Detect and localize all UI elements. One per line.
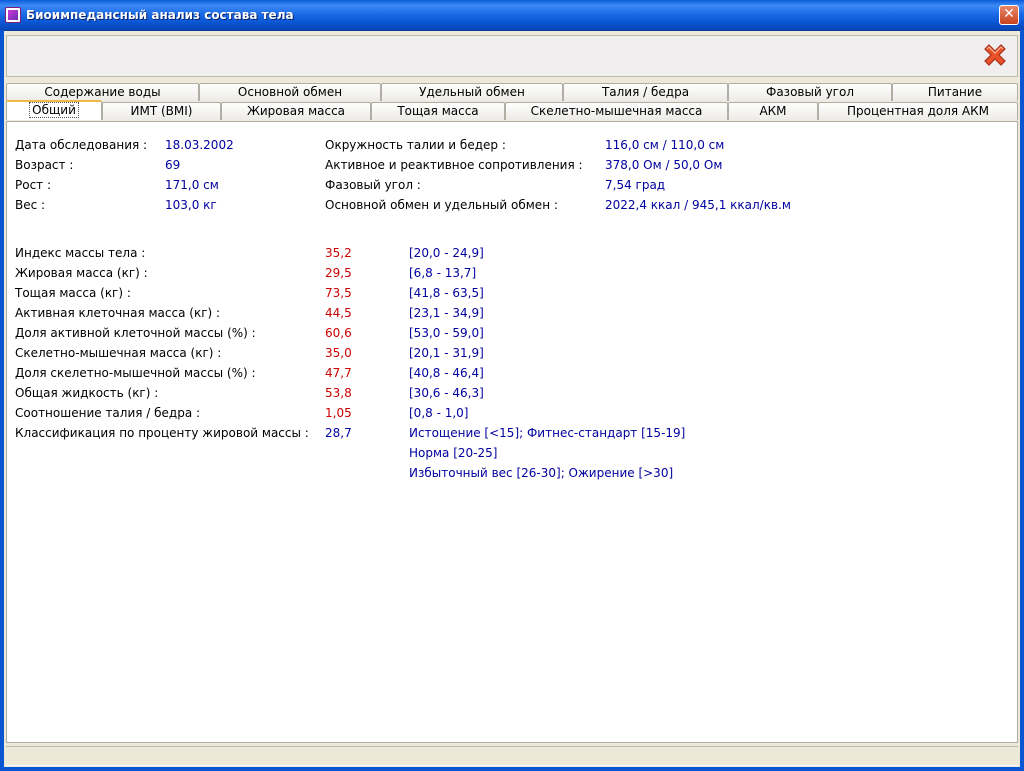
metric-label: Индекс массы тела : [15, 246, 146, 260]
metric-range: [0,8 - 1,0] [409, 406, 469, 420]
metric-value: 53,8 [325, 386, 352, 400]
resistance-label: Активное и реактивное сопротивления : [325, 158, 583, 172]
metric-label: Соотношение талия / бедра : [15, 406, 201, 420]
tab-basal-metabolism[interactable]: Основной обмен [199, 83, 381, 101]
height-label: Рост : [15, 178, 52, 192]
height-value: 171,0 см [165, 178, 219, 192]
tab-fat-mass[interactable]: Жировая масса [221, 102, 371, 120]
metric-value: 44,5 [325, 306, 352, 320]
weight-value: 103,0 кг [165, 198, 217, 212]
age-label: Возраст : [15, 158, 74, 172]
metric-label: Общая жидкость (кг) : [15, 386, 159, 400]
waist-hip-label: Окружность талии и бедер : [325, 138, 506, 152]
weight-label: Вес : [15, 198, 46, 212]
toolbar [6, 35, 1018, 77]
tab-acm[interactable]: АКМ [728, 102, 818, 120]
window-close-button[interactable]: ✕ [999, 5, 1019, 25]
tab-lean-mass[interactable]: Тощая масса [371, 102, 505, 120]
exam-date-label: Дата обследования : [15, 138, 148, 152]
metric-range: [20,0 - 24,9] [409, 246, 484, 260]
tab-specific-metabolism[interactable]: Удельный обмен [381, 83, 563, 101]
metric-value: 60,6 [325, 326, 352, 340]
metric-range: [30,6 - 46,3] [409, 386, 484, 400]
classification-value: 28,7 [325, 426, 352, 440]
classification-line: Норма [20-25] [409, 446, 498, 460]
app-icon [5, 7, 21, 23]
classification-line: Избыточный вес [26-30]; Ожирение [>30] [409, 466, 674, 480]
phase-angle-value: 7,54 град [605, 178, 666, 192]
metabolism-value: 2022,4 ккал / 945,1 ккал/кв.м [605, 198, 791, 212]
window-title: Биоимпедансный анализ состава тела [26, 8, 294, 22]
metabolism-label: Основной обмен и удельный обмен : [325, 198, 558, 212]
metric-label: Доля скелетно-мышечной массы (%) : [15, 366, 256, 380]
metric-range: [41,8 - 63,5] [409, 286, 484, 300]
metric-label: Доля активной клеточной массы (%) : [15, 326, 256, 340]
tab-water[interactable]: Содержание воды [6, 83, 199, 101]
tab-bmi[interactable]: ИМТ (BMI) [102, 102, 221, 120]
tab-general[interactable]: Общий [6, 100, 102, 120]
metric-value: 47,7 [325, 366, 352, 380]
app-window: Биоимпедансный анализ состава тела ✕ Сод… [0, 0, 1024, 771]
metric-value: 35,2 [325, 246, 352, 260]
metric-range: [23,1 - 34,9] [409, 306, 484, 320]
metric-value: 29,5 [325, 266, 352, 280]
metric-range: [20,1 - 31,9] [409, 346, 484, 360]
resistance-value: 378,0 Ом / 50,0 Ом [605, 158, 723, 172]
exam-date-value: 18.03.2002 [165, 138, 234, 152]
metric-value: 35,0 [325, 346, 352, 360]
tab-skeletal-muscle[interactable]: Скелетно-мышечная масса [505, 102, 728, 120]
tab-acm-percent[interactable]: Процентная доля АКМ [818, 102, 1018, 120]
metric-value: 1,05 [325, 406, 352, 420]
classification-line: Истощение [<15]; Фитнес-стандарт [15-19] [409, 426, 686, 440]
metric-label: Скелетно-мышечная масса (кг) : [15, 346, 222, 360]
age-value: 69 [165, 158, 181, 172]
metric-label: Тощая масса (кг) : [15, 286, 131, 300]
title-bar[interactable]: Биоимпедансный анализ состава тела ✕ [0, 0, 1024, 31]
classification-label: Классификация по проценту жировой массы … [15, 426, 309, 440]
status-bar [6, 746, 1018, 766]
tab-nutrition[interactable]: Питание [892, 83, 1018, 101]
metric-range: [40,8 - 46,4] [409, 366, 484, 380]
red-x-icon[interactable] [979, 40, 1011, 72]
metric-range: [53,0 - 59,0] [409, 326, 484, 340]
tab-waist-hip[interactable]: Талия / бедра [563, 83, 728, 101]
metric-label: Жировая масса (кг) : [15, 266, 148, 280]
waist-hip-value: 116,0 см / 110,0 см [605, 138, 725, 152]
tab-phase-angle[interactable]: Фазовый угол [728, 83, 892, 101]
tab-strip: Содержание воды Основной обмен Удельный … [4, 82, 1020, 122]
metric-range: [6,8 - 13,7] [409, 266, 477, 280]
phase-angle-label: Фазовый угол : [325, 178, 421, 192]
general-panel: Дата обследования : 18.03.2002 Возраст :… [6, 121, 1018, 743]
metric-label: Активная клеточная масса (кг) : [15, 306, 221, 320]
metric-value: 73,5 [325, 286, 352, 300]
